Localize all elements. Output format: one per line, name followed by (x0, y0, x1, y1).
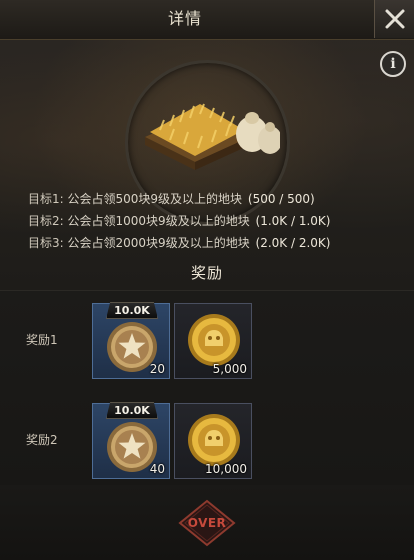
goal-list: 目标1: 公会占领500块9级及以上的地块 (500 / 500) 目标2: 公… (28, 188, 330, 254)
goal-item: 目标1: 公会占领500块9级及以上的地块 (500 / 500) (28, 188, 330, 210)
goal-text: 公会占领2000块9级及以上的地块 (67, 236, 250, 250)
close-button[interactable] (374, 0, 414, 38)
info-button[interactable]: i (380, 51, 406, 77)
goal-item: 目标2: 公会占领1000块9级及以上的地块 (1.0K / 1.0K) (28, 210, 330, 232)
goal-progress: (1.0K / 1.0K) (255, 214, 331, 228)
info-icon: i (390, 56, 396, 72)
medal-tag: 10.0K (106, 402, 158, 419)
close-icon (385, 9, 404, 29)
reward-slot-medal[interactable]: 10.0K 20 (92, 302, 170, 379)
goal-progress: (2.0K / 2.0K) (255, 236, 331, 250)
goal-label: 目标2: (28, 214, 64, 228)
goal-item: 目标3: 公会占领2000块9级及以上的地块 (2.0K / 2.0K) (28, 232, 330, 254)
item-count: 40 (149, 462, 165, 476)
goal-progress: (500 / 500) (247, 192, 315, 206)
item-count: 10,000 (205, 462, 247, 476)
footer: OVER (0, 485, 414, 560)
goal-text: 公会占领1000块9级及以上的地块 (67, 214, 250, 228)
rewards-heading: 奖励 (190, 264, 223, 282)
goal-text: 公会占领500块9级及以上的地块 (67, 192, 243, 206)
wheat-field-icon (145, 103, 280, 170)
reward-slot-gold[interactable]: 5,000 (174, 303, 252, 379)
item-count: 20 (149, 362, 165, 376)
header-bar: 详情 (0, 0, 414, 40)
reward-label: 奖励1 (26, 333, 58, 347)
over-status-badge[interactable]: OVER (178, 499, 236, 547)
rewards-section: 奖励1 10.0K 20 5,000 奖励2 10.0K 40 10,000 (0, 290, 414, 485)
medal-tag: 10.0K (106, 302, 158, 319)
banner: i 目标1: 公会占领500块9级及以上的地块 (500 / 500) 目标2:… (0, 40, 414, 290)
item-count: 5,000 (212, 362, 247, 376)
goal-label: 目标1: (28, 192, 64, 206)
reward-label: 奖励2 (26, 433, 58, 447)
page-title: 详情 (167, 9, 202, 28)
reward-slot-gold[interactable]: 10,000 (174, 403, 252, 479)
reward-row: 奖励1 10.0K 20 5,000 (0, 301, 414, 381)
reward-row: 奖励2 10.0K 40 10,000 (0, 401, 414, 481)
reward-slot-medal[interactable]: 10.0K 40 (92, 402, 170, 479)
goal-label: 目标3: (28, 236, 64, 250)
status-label: OVER (187, 516, 227, 530)
